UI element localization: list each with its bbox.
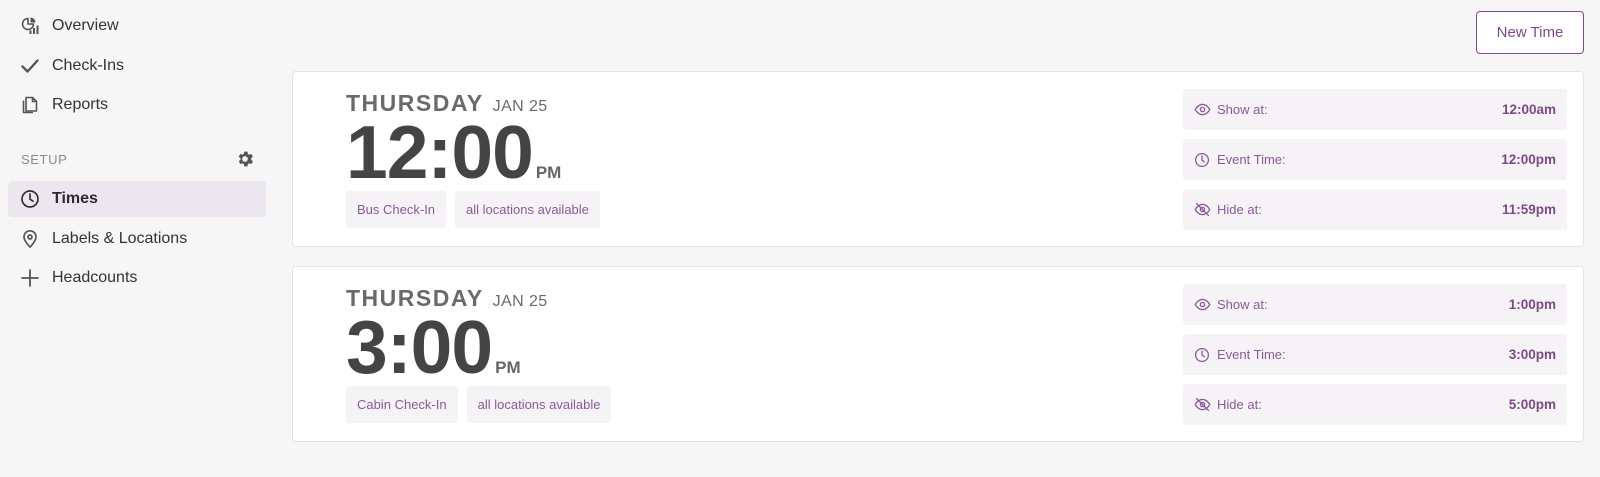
setup-section-header: SETUP xyxy=(8,141,266,177)
hide-at-row: Hide at: 5:00pm xyxy=(1183,384,1567,425)
time-row: 12:00 PM xyxy=(346,111,609,193)
sidebar-item-times[interactable]: Times xyxy=(8,181,266,217)
plus-icon xyxy=(20,267,42,289)
hide-at-label: Hide at: xyxy=(1217,202,1262,217)
reports-icon xyxy=(20,94,42,116)
tag-check-in-type[interactable]: Cabin Check-In xyxy=(346,386,458,423)
sidebar-item-reports[interactable]: Reports xyxy=(8,87,266,123)
tag-check-in-type[interactable]: Bus Check-In xyxy=(346,191,447,228)
pie-chart-icon xyxy=(20,15,42,37)
day-date: JAN 25 xyxy=(492,293,548,310)
map-pin-icon xyxy=(20,228,42,250)
clock-icon xyxy=(1194,151,1212,169)
gear-icon[interactable] xyxy=(234,148,256,170)
tag-locations[interactable]: all locations available xyxy=(466,386,612,423)
clock-icon xyxy=(1194,346,1212,364)
sidebar-item-label: Labels & Locations xyxy=(52,229,188,247)
show-at-value: 1:00pm xyxy=(1508,297,1556,312)
show-at-row: Show at: 1:00pm xyxy=(1183,284,1567,325)
sidebar-item-overview[interactable]: Overview xyxy=(8,8,266,44)
time-card[interactable]: THURSDAY JAN 25 12:00 PM Bus Check-In al… xyxy=(292,71,1584,247)
time-card-summary: THURSDAY JAN 25 3:00 PM Cabin Check-In a… xyxy=(346,285,620,423)
eye-icon xyxy=(1194,101,1212,119)
sidebar-item-label: Times xyxy=(52,190,98,207)
time-card-summary: THURSDAY JAN 25 12:00 PM Bus Check-In al… xyxy=(346,90,609,228)
event-time-large: 3:00 xyxy=(346,305,493,389)
schedule-panel: Show at: 12:00am Event Time: 12:00pm Hid… xyxy=(1183,89,1567,239)
time-row: 3:00 PM xyxy=(346,306,620,388)
event-time-label: Event Time: xyxy=(1217,347,1286,362)
hide-at-row: Hide at: 11:59pm xyxy=(1183,189,1567,230)
show-at-row: Show at: 12:00am xyxy=(1183,89,1567,130)
eye-icon xyxy=(1194,296,1212,314)
setup-label: SETUP xyxy=(21,151,68,167)
sidebar-item-check-ins[interactable]: Check-Ins xyxy=(8,48,266,84)
ampm-label: PM xyxy=(535,163,562,182)
show-at-label: Show at: xyxy=(1217,102,1268,117)
show-at-label: Show at: xyxy=(1217,297,1268,312)
check-icon xyxy=(20,55,42,77)
tag-list: Bus Check-In all locations available xyxy=(346,191,609,228)
sidebar-item-headcounts[interactable]: Headcounts xyxy=(8,260,266,296)
event-time-value: 3:00pm xyxy=(1508,347,1556,362)
event-time-label: Event Time: xyxy=(1217,152,1286,167)
app: Overview Check-Ins Reports SETUP Times L… xyxy=(0,0,1600,477)
hide-at-value: 5:00pm xyxy=(1508,397,1556,412)
tag-locations[interactable]: all locations available xyxy=(455,191,600,228)
event-time-value: 12:00pm xyxy=(1501,152,1556,167)
sidebar-item-label: Reports xyxy=(52,96,109,113)
ampm-label: PM xyxy=(495,358,521,377)
show-at-value: 12:00am xyxy=(1501,102,1556,117)
hide-at-value: 11:59pm xyxy=(1501,202,1556,217)
sidebar-item-labels-locations[interactable]: Labels & Locations xyxy=(8,221,266,257)
event-time-row: Event Time: 3:00pm xyxy=(1183,334,1567,375)
sidebar-item-label: Overview xyxy=(52,17,119,34)
time-card[interactable]: THURSDAY JAN 25 3:00 PM Cabin Check-In a… xyxy=(292,266,1584,442)
eye-off-icon xyxy=(1194,396,1212,414)
hide-at-label: Hide at: xyxy=(1217,397,1262,412)
event-time-row: Event Time: 12:00pm xyxy=(1183,139,1567,180)
new-time-button[interactable]: New Time xyxy=(1476,11,1584,54)
schedule-panel: Show at: 1:00pm Event Time: 3:00pm Hide … xyxy=(1183,284,1567,434)
event-time-large: 12:00 xyxy=(346,110,534,194)
sidebar: Overview Check-Ins Reports SETUP Times L… xyxy=(8,8,266,300)
sidebar-item-label: Headcounts xyxy=(52,269,138,286)
tag-list: Cabin Check-In all locations available xyxy=(346,386,620,423)
clock-icon xyxy=(20,188,42,210)
eye-off-icon xyxy=(1194,201,1212,219)
sidebar-item-label: Check-Ins xyxy=(52,56,125,74)
